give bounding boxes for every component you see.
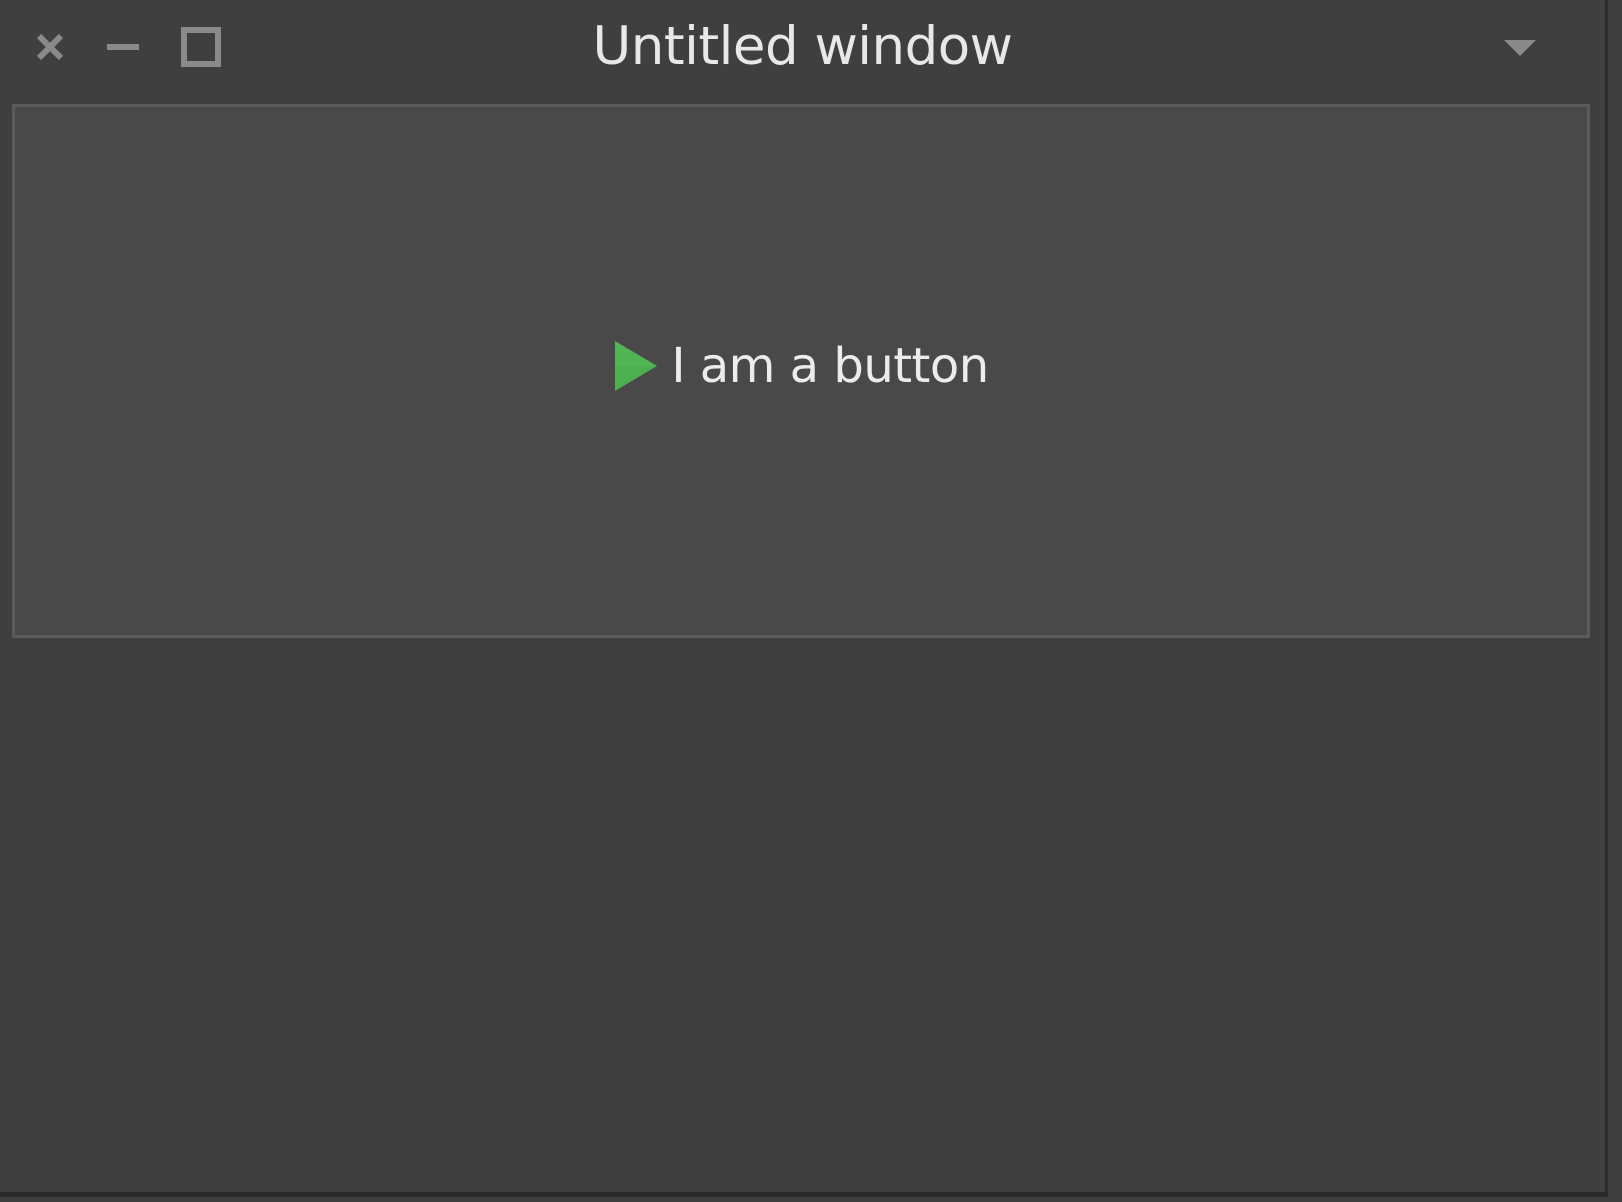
button-label: I am a button <box>671 338 989 394</box>
chevron-down-icon <box>1504 40 1536 56</box>
window-menu-button[interactable] <box>1495 30 1545 66</box>
button-content: I am a button <box>613 336 989 396</box>
window-title: Untitled window <box>592 16 1013 77</box>
play-icon <box>615 341 658 391</box>
window: Untitled window I am a button <box>0 0 1608 1197</box>
titlebar: Untitled window <box>0 0 1605 98</box>
main-button[interactable]: I am a button <box>12 104 1590 638</box>
